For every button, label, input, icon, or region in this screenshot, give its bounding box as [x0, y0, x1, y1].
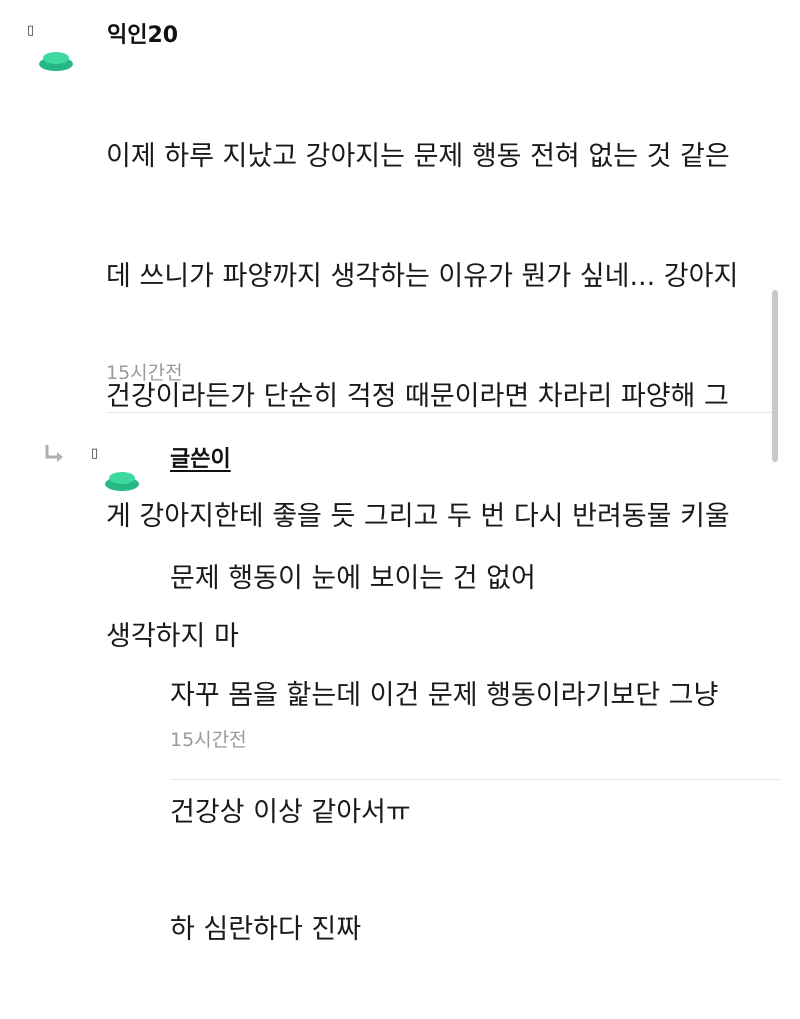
reply-arrow-icon	[45, 445, 63, 462]
avatar[interactable]	[104, 470, 140, 492]
reply-line: 문제 행동이 눈에 보이는 건 없어	[170, 563, 536, 594]
reply-divider	[170, 779, 780, 780]
reply-nickname-author[interactable]: 글쓴이	[170, 446, 231, 474]
comment-timestamp: 15시간전	[106, 362, 183, 384]
scrollbar-thumb[interactable]	[772, 290, 778, 462]
comment-divider	[106, 412, 774, 413]
reply-timestamp: 15시간전	[170, 729, 247, 751]
reply-line: 건강상 이상 같아서ㅠ	[170, 797, 411, 828]
reply-body: 문제 행동이 눈에 보이는 건 없어 자꾸 몸을 핥는데 이건 문제 행동이라기…	[170, 489, 718, 1019]
comment-line: 데 쓰니가 파양까지 생각하는 이유가 뭔가 싶네... 강아지	[106, 261, 739, 292]
avatar-placeholder-icon: ▯	[27, 23, 35, 38]
avatar-placeholder-icon: ▯	[91, 446, 99, 461]
reply-line: 하 심란하다 진짜	[170, 914, 362, 945]
avatar[interactable]	[38, 50, 74, 72]
reply-line: 자꾸 몸을 핥는데 이건 문제 행동이라기보단 그냥	[170, 680, 719, 711]
comment-line: 이제 하루 지났고 강아지는 문제 행동 전혀 없는 것 같은	[106, 141, 730, 172]
comment-nickname[interactable]: 익인20	[107, 22, 178, 50]
comment-line: 건강이라든가 단순히 걱정 때문이라면 차라리 파양해 그	[106, 381, 729, 412]
